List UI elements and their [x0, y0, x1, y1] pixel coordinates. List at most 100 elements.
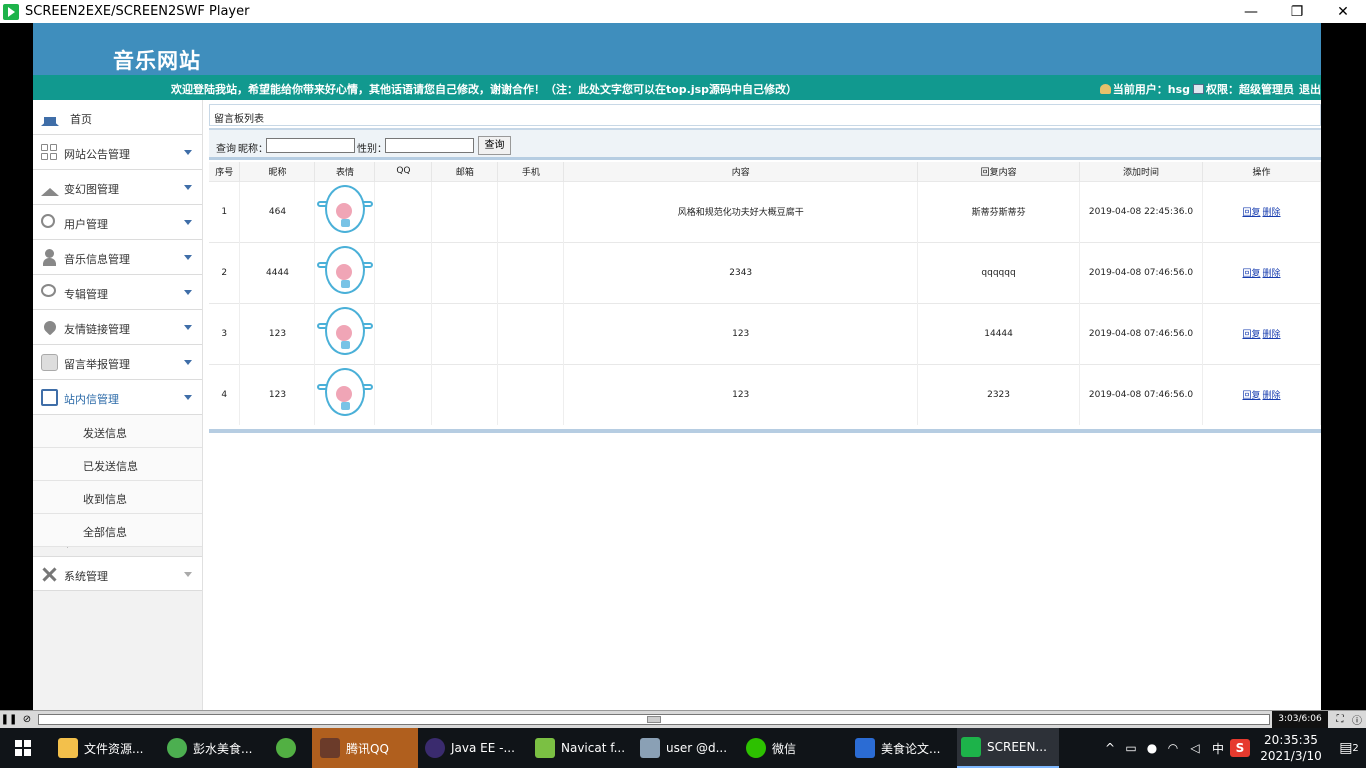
table-row: 1 464 风格和规范化功夫好大概豆腐干 斯蒂芬斯蒂芬 2019-04-08 2… [209, 180, 1321, 242]
nickname-input[interactable] [266, 138, 355, 153]
taskbar-item-label: 彭水美食... [193, 741, 253, 756]
restore-button[interactable]: ❐ [1274, 0, 1320, 23]
submenu-item-received[interactable]: 收到信息 [33, 481, 202, 514]
cell-time: 2019-04-08 07:46:56.0 [1079, 363, 1203, 425]
chevron-down-icon [184, 220, 192, 225]
cell-emoji [314, 363, 376, 425]
delete-link[interactable]: 删除 [1262, 391, 1280, 401]
chevron-down-icon [184, 325, 192, 330]
sidebar-item-label: 专辑管理 [64, 288, 108, 301]
emoji-image [316, 305, 373, 360]
start-button[interactable] [0, 728, 46, 768]
notification-center[interactable]: ▤ 2 [1332, 728, 1366, 768]
house-icon [41, 179, 59, 196]
column-header: 邮箱 [431, 162, 499, 181]
column-header: 手机 [497, 162, 565, 181]
sidebar-item-system[interactable]: 系统管理 [33, 556, 202, 591]
seek-thumb[interactable] [647, 716, 661, 723]
submenu-item-all[interactable]: 全部信息 [33, 514, 202, 547]
gender-input[interactable] [385, 138, 474, 153]
sidebar-item-reports[interactable]: 留言举报管理 [33, 345, 202, 380]
ime-indicator[interactable]: 中 [1206, 740, 1230, 757]
taskbar-item-refresh[interactable] [276, 728, 310, 768]
battery-icon[interactable]: ▭ [1120, 741, 1142, 755]
sidebar-item-label: 站内信管理 [64, 393, 119, 406]
info-icon[interactable]: ⓘ [1350, 713, 1364, 727]
reply-link[interactable]: 回复 [1242, 208, 1260, 218]
permission-label: 权限：超级管理员 [1206, 83, 1294, 96]
sidebar-item-label: 首页 [70, 113, 92, 126]
taskbar-item-label: user @d... [666, 741, 728, 755]
clock[interactable]: 20:35:35 2021/3/10 [1250, 732, 1332, 764]
seek-bar[interactable] [38, 714, 1270, 725]
chevron-down-icon [184, 572, 192, 577]
emoji-image [316, 244, 373, 299]
playback-time: 3:03/6:06 [1272, 711, 1328, 728]
cell-content: 123 [563, 363, 919, 425]
sidebar-item-banner[interactable]: 变幻图管理 [33, 170, 202, 205]
chevron-up-icon[interactable]: ^ [1100, 741, 1120, 755]
sogou-icon[interactable]: S [1230, 739, 1250, 757]
pause-button[interactable]: ❚❚ [1, 713, 18, 726]
fit-screen-icon[interactable]: ⛶ [1333, 713, 1347, 726]
wechat-icon [746, 738, 766, 758]
sidebar-item-links[interactable]: 友情链接管理 [33, 310, 202, 345]
submenu-item-sent[interactable]: 已发送信息 [33, 448, 202, 481]
cell-emoji [314, 302, 376, 364]
submenu-item-send[interactable]: 发送信息 [33, 415, 202, 448]
cell-phone [497, 302, 565, 364]
sidebar-item-label: 变幻图管理 [64, 183, 119, 196]
reply-link[interactable]: 回复 [1242, 391, 1260, 401]
taskbar-item-label: Java EE -... [451, 741, 515, 755]
reply-link[interactable]: 回复 [1242, 330, 1260, 340]
player-viewport: 音乐网站 欢迎登陆我站，希望能给你带来好心情，其他话语请您自己修改，谢谢合作！（… [0, 23, 1366, 710]
taskbar-item-wechat[interactable]: 微信 [746, 728, 846, 768]
microphone-icon[interactable]: ● [1142, 741, 1162, 755]
taskbar-item-word[interactable]: 美食论文... [855, 728, 955, 768]
delete-link[interactable]: 删除 [1262, 208, 1280, 218]
cell-nickname: 4444 [239, 241, 316, 303]
cell-actions: 回复 删除 [1202, 302, 1321, 364]
sidebar-item-messages[interactable]: 站内信管理 [33, 380, 202, 415]
taskbar-item-eclipse[interactable]: Java EE -... [425, 728, 525, 768]
chevron-down-icon [184, 290, 192, 295]
taskbar-item-chrome[interactable]: 彭水美食... [167, 728, 267, 768]
table-row: 4 123 123 2323 2019-04-08 07:46:56.0 回复删… [209, 363, 1321, 425]
wifi-icon[interactable]: ◠ [1162, 741, 1184, 755]
search-bar: 查询 昵称： 性别： 查询 [209, 128, 1321, 160]
delete-link[interactable]: 删除 [1262, 269, 1280, 279]
taskbar-item-explorer[interactable]: 文件资源... [58, 728, 162, 768]
taskbar-item-screen2exe[interactable]: SCREEN... [957, 728, 1059, 768]
website-frame: 音乐网站 欢迎登陆我站，希望能给你带来好心情，其他话语请您自己修改，谢谢合作！（… [33, 23, 1321, 710]
taskbar-item-database[interactable]: user @d... [640, 728, 740, 768]
sidebar: 首页 网站公告管理 变幻图管理 用户管理 音乐信息管理 专辑管理 友情链接管理 … [33, 100, 203, 710]
taskbar-item-qq[interactable]: 腾讯QQ [312, 728, 418, 768]
logout-link[interactable]: 退出 [1299, 81, 1321, 97]
clock-date: 2021/3/10 [1260, 749, 1322, 763]
user-icon [1099, 84, 1111, 94]
window-controls: — ❐ ✕ [1228, 0, 1366, 23]
sidebar-item-announcements[interactable]: 网站公告管理 [33, 135, 202, 170]
minimize-button[interactable]: — [1228, 0, 1274, 23]
notification-icon: ▤ [1339, 740, 1353, 756]
search-button[interactable]: 查询 [478, 136, 511, 155]
volume-icon[interactable]: ◁ [1184, 741, 1206, 755]
sidebar-item-albums[interactable]: 专辑管理 [33, 275, 202, 310]
navicat-icon [535, 738, 555, 758]
person-icon [41, 249, 58, 266]
delete-link[interactable]: 删除 [1262, 330, 1280, 340]
reply-link[interactable]: 回复 [1242, 269, 1260, 279]
taskbar-item-navicat[interactable]: Navicat f... [535, 728, 635, 768]
sidebar-item-music[interactable]: 音乐信息管理 [33, 240, 202, 275]
clock-time: 20:35:35 [1264, 733, 1318, 747]
sidebar-item-home[interactable]: 首页 [33, 100, 202, 135]
close-button[interactable]: ✕ [1320, 0, 1366, 23]
current-user: 当前用户：hsg [1112, 83, 1190, 96]
window-title: SCREEN2EXE/SCREEN2SWF Player [25, 4, 250, 19]
sidebar-item-users[interactable]: 用户管理 [33, 205, 202, 240]
qq-icon [320, 738, 340, 758]
cell-email [431, 363, 499, 425]
mute-icon[interactable]: ⊘ [20, 713, 34, 726]
chevron-down-icon [184, 395, 192, 400]
cell-reply: 14444 [917, 302, 1081, 364]
